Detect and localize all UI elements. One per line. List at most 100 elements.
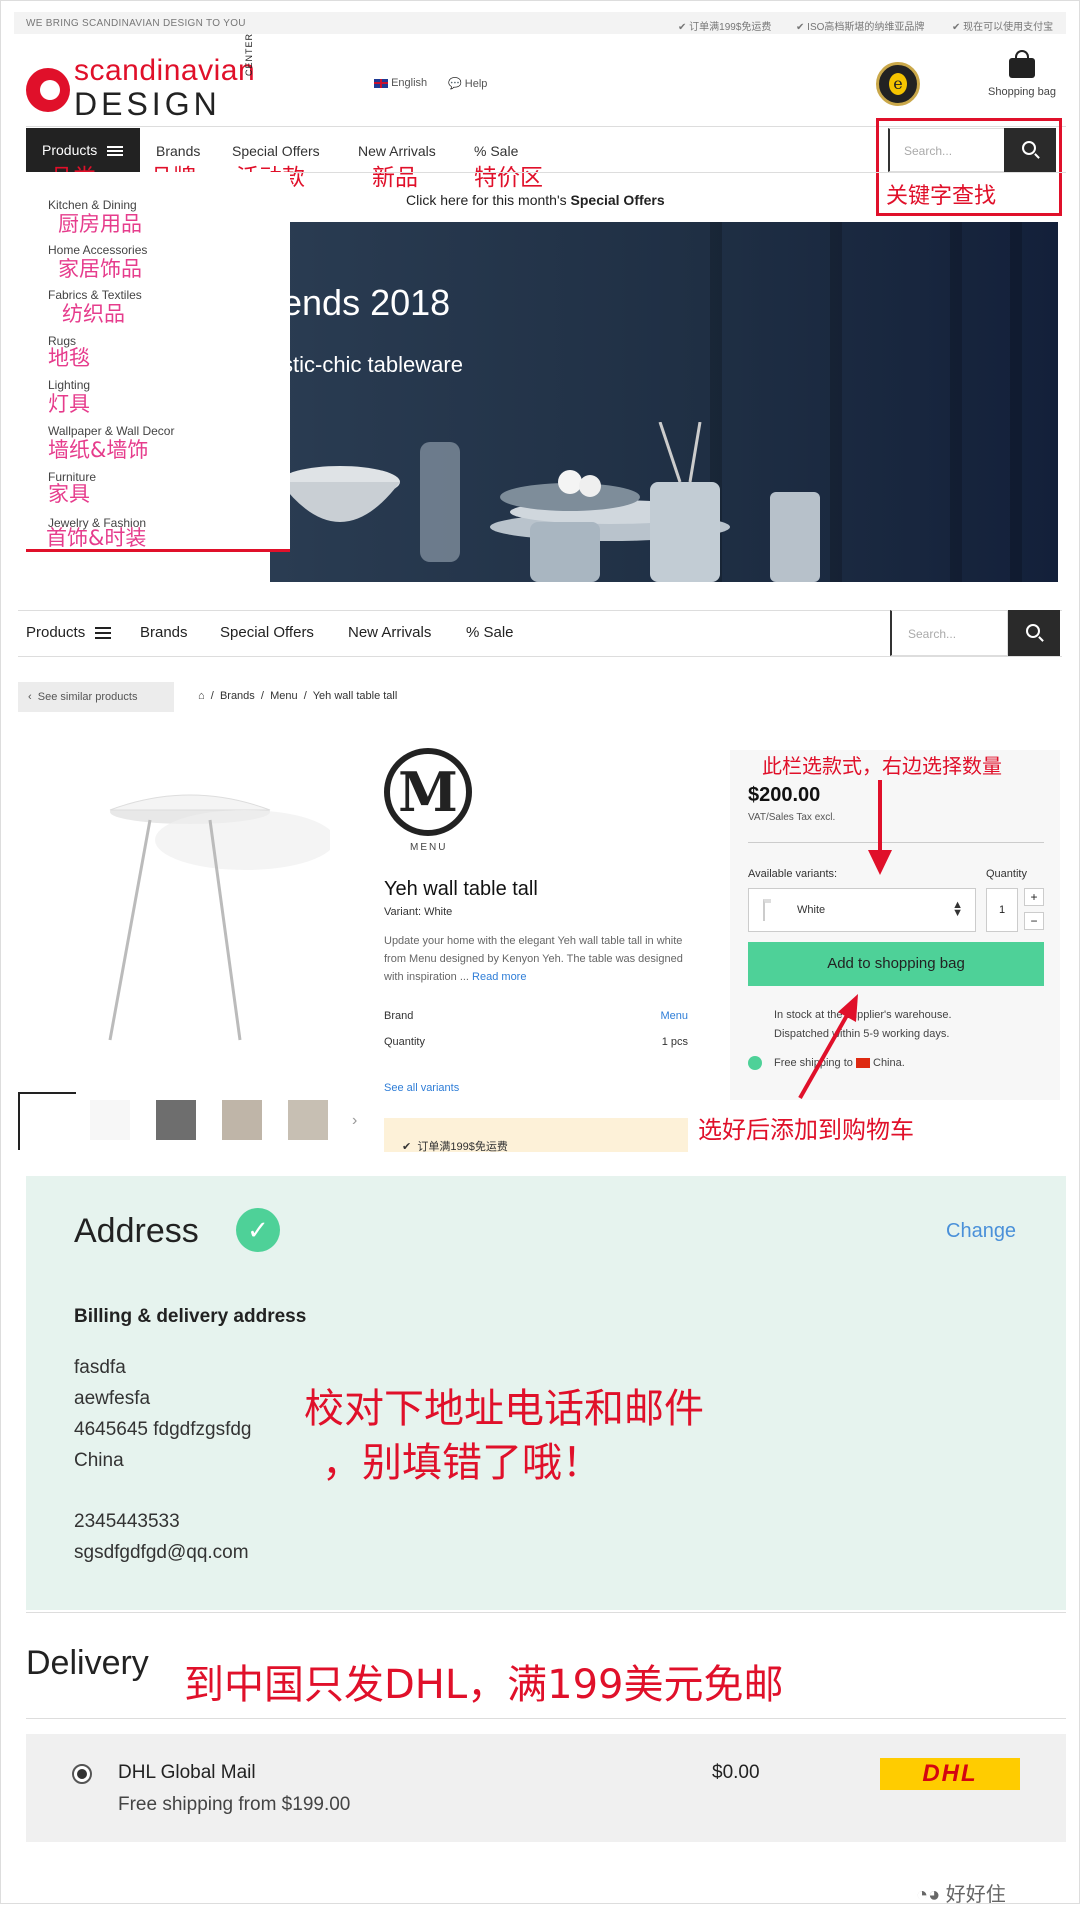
- address-lines: fasdfa aewfesfa 4645645 fdgdfzgsfdg Chin…: [74, 1352, 252, 1476]
- variant-select[interactable]: White ▲ ▼: [748, 888, 976, 932]
- nav-special-offers[interactable]: Special Offers: [232, 143, 320, 159]
- read-more-link[interactable]: Read more: [472, 971, 526, 983]
- annotation-search: 关键字查找: [886, 184, 997, 209]
- thumbnail[interactable]: [90, 1100, 130, 1140]
- nav2-brands[interactable]: Brands: [140, 624, 188, 641]
- promo-link[interactable]: Click here for this month's Special Offe…: [406, 192, 665, 208]
- see-similar-label: See similar products: [37, 691, 138, 703]
- see-similar-button[interactable]: ‹ See similar products: [18, 682, 174, 712]
- delivery-title: Delivery: [26, 1644, 149, 1682]
- nav2-special-offers[interactable]: Special Offers: [220, 624, 314, 641]
- chevron-right-icon[interactable]: ›: [352, 1112, 357, 1130]
- chat-bubble-icon: 💬: [448, 78, 462, 90]
- select-arrows-icon: ▲ ▼: [952, 899, 963, 919]
- usp-text: 订单满199$免运费: [417, 1141, 508, 1153]
- product-image[interactable]: [70, 760, 330, 1060]
- hero-banner[interactable]: ends 2018 stic-chic tableware: [270, 222, 1058, 582]
- search-placeholder: Search...: [904, 144, 953, 158]
- tax-note: VAT/Sales Tax excl.: [748, 812, 836, 823]
- logo-text-top: scandinavian: [74, 54, 256, 87]
- thumbnail[interactable]: [288, 1100, 328, 1140]
- usp-item: ✔ 订单满199$免运费: [678, 22, 772, 33]
- nav-brands[interactable]: Brands: [156, 143, 200, 159]
- divider: [18, 656, 1062, 657]
- address-section: Address ✓ Change Billing & delivery addr…: [26, 1176, 1066, 1610]
- usp-item: ✔ ISO高档斯堪的纳维亚品牌: [796, 22, 925, 33]
- home-icon[interactable]: ⌂: [198, 690, 205, 702]
- variants-label: Available variants:: [748, 868, 838, 880]
- nav2-sale[interactable]: % Sale: [466, 624, 514, 641]
- spec-value-quantity: 1 pcs: [661, 1036, 688, 1048]
- spec-row: Brand Menu: [384, 1010, 688, 1022]
- spec-key: Brand: [384, 1010, 414, 1022]
- radio-selected[interactable]: [72, 1764, 92, 1784]
- site-logo[interactable]: scandinavian DESIGN CENTER: [26, 33, 276, 122]
- shopping-bag-button[interactable]: Shopping bag: [980, 50, 1064, 108]
- usp-banner: ✔ 订单满199$免运费: [384, 1118, 688, 1153]
- breadcrumb-item[interactable]: Menu: [270, 690, 298, 702]
- variant-value: White: [797, 904, 826, 916]
- annotation-furniture: 家具: [48, 482, 90, 506]
- logo-text-side: CENTER: [244, 32, 254, 76]
- annotation-address-2: ，别填错了哦！: [322, 1440, 602, 1486]
- thumbnail[interactable]: [156, 1100, 196, 1140]
- language-selector[interactable]: English: [374, 77, 427, 89]
- search-input[interactable]: Search...: [888, 128, 1006, 172]
- hamburger-icon: [107, 150, 124, 153]
- help-link[interactable]: 💬 Help: [448, 77, 487, 90]
- search-button[interactable]: [1004, 128, 1056, 172]
- hero-title: ends 2018: [282, 282, 451, 323]
- breadcrumb-item: Yeh wall table tall: [312, 690, 398, 702]
- price: $200.00: [748, 784, 821, 806]
- wechat-icon: ◔◕: [916, 1884, 941, 1906]
- product-title: Yeh wall table tall: [384, 878, 538, 900]
- delivery-option[interactable]: DHL Global Mail Free shipping from $199.…: [26, 1734, 1066, 1842]
- change-address-link[interactable]: Change: [946, 1220, 1016, 1243]
- divider: [26, 1612, 1066, 1613]
- see-all-variants-link[interactable]: See all variants: [384, 1082, 459, 1094]
- annotation-fabrics: 纺织品: [62, 302, 125, 326]
- address-line: fasdfa: [74, 1357, 126, 1378]
- top-usp-bar: WE BRING SCANDINAVIAN DESIGN TO YOU ✔ 订单…: [14, 12, 1066, 34]
- annotation-sale: 特价区: [474, 165, 543, 191]
- annotation-kitchen: 厨房用品: [58, 212, 142, 236]
- ship-country: China.: [873, 1057, 905, 1069]
- annotation-delivery: 到中国只发DHL，满199美元免邮: [184, 1662, 784, 1708]
- add-to-bag-button[interactable]: Add to shopping bag: [748, 942, 1044, 986]
- tableware-illustration: [280, 422, 820, 582]
- language-label: English: [391, 77, 428, 89]
- delivery-price: $0.00: [712, 1762, 760, 1783]
- breadcrumb-item[interactable]: Brands: [220, 690, 255, 702]
- nav2-new-arrivals[interactable]: New Arrivals: [348, 624, 431, 641]
- brand-logo-label: MENU: [410, 842, 448, 853]
- search-placeholder: Search...: [908, 627, 957, 641]
- breadcrumb: ⌂ / Brands / Menu / Yeh wall table tall: [198, 690, 398, 702]
- quantity-decrease-button[interactable]: −: [1024, 912, 1044, 930]
- search-button-2[interactable]: [1008, 610, 1060, 656]
- annotation-lighting: 灯具: [48, 392, 90, 416]
- product-description: Update your home with the elegant Yeh wa…: [384, 932, 688, 986]
- annotation-arrow: [868, 780, 892, 875]
- trusted-shops-badge-icon[interactable]: e: [876, 62, 920, 106]
- variant-thumb-icon: [763, 899, 771, 921]
- annotation-variants: 此栏选款式，右边选择数量: [762, 754, 1002, 778]
- thumbnail-active[interactable]: [18, 1092, 76, 1150]
- email: sgsdfgdfgd@qq.com: [74, 1542, 249, 1563]
- quantity-increase-button[interactable]: +: [1024, 888, 1044, 906]
- uk-flag-icon: [374, 78, 388, 88]
- quantity-input[interactable]: 1: [986, 888, 1018, 932]
- search-icon-handle: [1038, 636, 1044, 642]
- thumbnail[interactable]: [222, 1100, 262, 1140]
- nav2-products[interactable]: Products: [26, 624, 112, 641]
- nav-new-arrivals[interactable]: New Arrivals: [358, 143, 436, 159]
- search-input-2[interactable]: Search...: [890, 610, 1008, 656]
- tagline: WE BRING SCANDINAVIAN DESIGN TO YOU: [26, 18, 246, 29]
- brand-logo[interactable]: M: [384, 748, 472, 836]
- annotation-address: 校对下地址电话和邮件: [304, 1386, 704, 1432]
- annotation-new: 新品: [372, 165, 418, 191]
- annotation-rugs: 地毯: [48, 346, 90, 370]
- spec-value-brand[interactable]: Menu: [660, 1010, 688, 1022]
- phone: 2345443533: [74, 1511, 180, 1532]
- nav-sale[interactable]: % Sale: [474, 143, 518, 159]
- search-icon-handle: [1034, 153, 1040, 159]
